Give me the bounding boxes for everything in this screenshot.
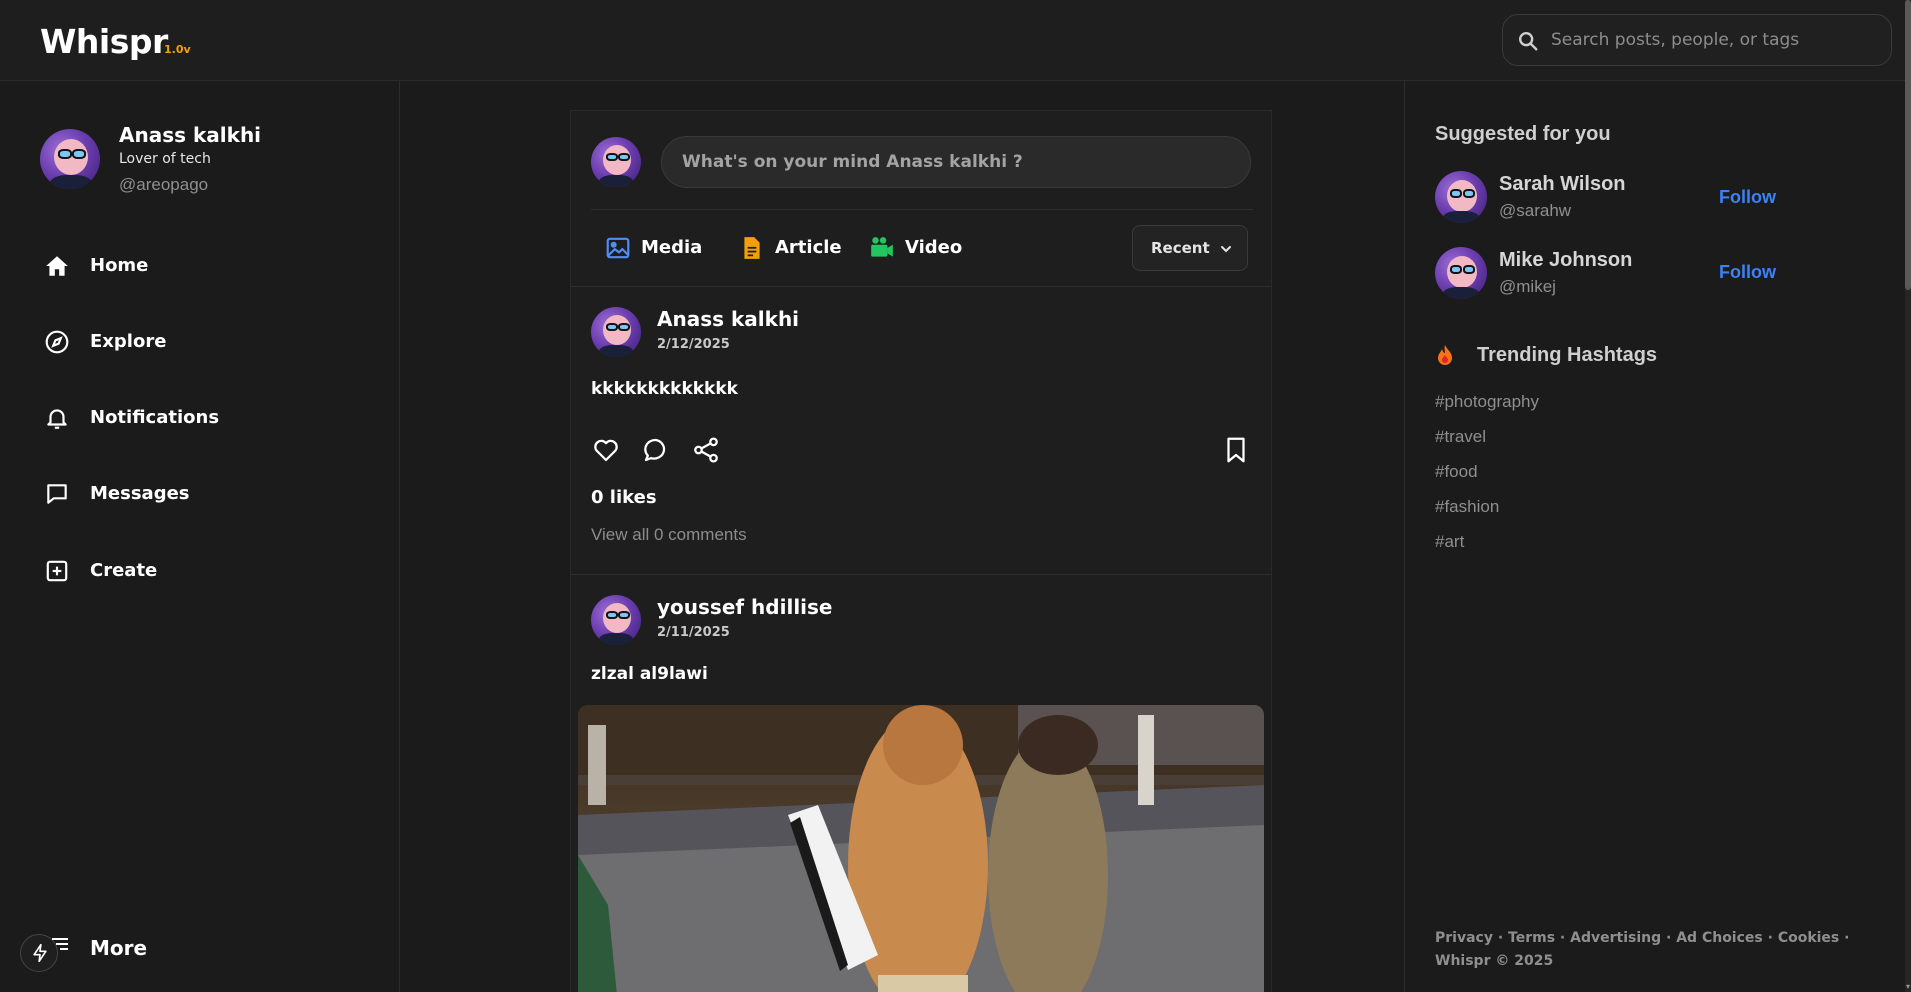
share-icon xyxy=(694,437,718,463)
nav-explore[interactable]: Explore xyxy=(44,321,344,361)
hashtag-link[interactable]: #travel xyxy=(1435,427,1486,447)
app-logo[interactable]: Whispr xyxy=(40,22,168,61)
profile-bio: Lover of tech xyxy=(119,151,211,167)
plus-square-icon xyxy=(46,560,68,582)
lightning-icon xyxy=(33,943,47,963)
footer-link-ad-choices[interactable]: Ad Choices xyxy=(1676,930,1763,946)
post-image[interactable] xyxy=(578,705,1264,992)
app-version: 1.0v xyxy=(164,43,191,56)
nav-messages-label: Messages xyxy=(90,483,190,504)
left-sidebar: Anass kalkhi Lover of tech @areopago Hom… xyxy=(0,81,400,992)
menu-lines-icon xyxy=(52,938,68,950)
post-card: Anass kalkhi 2/12/2025 kkkkkkkkkkkkk 0 l… xyxy=(571,287,1271,575)
search-icon xyxy=(1519,32,1538,51)
media-button[interactable]: Media xyxy=(605,233,705,263)
footer-link-privacy[interactable]: Privacy xyxy=(1435,930,1493,946)
footer-link-terms[interactable]: Terms xyxy=(1508,930,1555,946)
view-comments-link[interactable]: View all 0 comments xyxy=(591,525,747,545)
bookmark-button[interactable] xyxy=(1221,435,1251,465)
suggested-user-avatar[interactable] xyxy=(1435,247,1487,299)
profile-handle: @areopago xyxy=(119,175,209,194)
video-label: Video xyxy=(905,237,963,258)
hashtag-link[interactable]: #photography xyxy=(1435,392,1539,412)
article-button[interactable]: Article xyxy=(739,233,849,263)
home-icon xyxy=(46,256,68,276)
composer-divider xyxy=(591,209,1253,210)
right-sidebar: Suggested for you Sarah Wilson @sarahw F… xyxy=(1404,81,1905,992)
bookmark-icon xyxy=(1227,437,1245,463)
bell-icon xyxy=(47,409,67,429)
post-photo xyxy=(578,705,1264,992)
post-date: 2/11/2025 xyxy=(657,625,730,640)
heart-icon xyxy=(594,439,618,462)
search-input[interactable] xyxy=(1551,15,1881,65)
composer-avatar xyxy=(591,137,641,187)
follow-button[interactable]: Follow xyxy=(1719,187,1776,208)
post-card: youssef hdillise 2/11/2025 zlzal al9lawi xyxy=(571,575,1271,992)
comment-icon xyxy=(644,438,666,462)
like-button[interactable] xyxy=(591,435,621,465)
profile-avatar[interactable] xyxy=(40,129,100,189)
share-button[interactable] xyxy=(691,435,721,465)
hashtag-link[interactable]: #fashion xyxy=(1435,497,1499,517)
nav-notifications-label: Notifications xyxy=(90,407,220,428)
hashtag-link[interactable]: #food xyxy=(1435,462,1478,482)
image-icon xyxy=(606,237,630,259)
video-button[interactable]: Video xyxy=(869,233,969,263)
message-square-icon xyxy=(47,484,67,504)
hashtag-link[interactable]: #art xyxy=(1435,532,1464,552)
post-text: zlzal al9lawi xyxy=(591,664,708,684)
chevron-down-icon xyxy=(1221,246,1231,253)
suggested-user-name[interactable]: Mike Johnson xyxy=(1499,249,1632,272)
footer-link-advertising[interactable]: Advertising xyxy=(1570,930,1661,946)
media-label: Media xyxy=(641,237,703,258)
sort-dropdown[interactable]: Recent xyxy=(1132,225,1248,271)
post-author-name[interactable]: Anass kalkhi xyxy=(657,307,799,331)
composer-input[interactable] xyxy=(661,136,1251,188)
more-label: More xyxy=(90,936,148,960)
suggested-user-handle: @sarahw xyxy=(1499,201,1572,220)
post-likes-count: 0 likes xyxy=(591,487,657,508)
main-feed: Media Article Video Recent Anass kalkhi … xyxy=(570,110,1272,992)
suggested-user-handle: @mikej xyxy=(1499,277,1556,296)
post-date: 2/12/2025 xyxy=(657,337,730,352)
nav-create[interactable]: Create xyxy=(44,550,344,590)
nav-home-label: Home xyxy=(90,255,149,276)
suggested-user-name[interactable]: Sarah Wilson xyxy=(1499,173,1626,196)
footer: Privacy · Terms · Advertising · Ad Choic… xyxy=(1435,930,1850,969)
post-author-avatar[interactable] xyxy=(591,307,641,357)
scrollbar-thumb[interactable] xyxy=(1905,0,1911,290)
article-label: Article xyxy=(775,237,842,258)
compass-icon xyxy=(45,330,69,354)
post-author-name[interactable]: youssef hdillise xyxy=(657,595,833,619)
nav-home[interactable]: Home xyxy=(44,245,344,285)
nav-messages[interactable]: Messages xyxy=(44,473,344,513)
follow-button[interactable]: Follow xyxy=(1719,262,1776,283)
post-author-avatar[interactable] xyxy=(591,595,641,645)
nav-create-label: Create xyxy=(90,560,158,581)
sort-label: Recent xyxy=(1151,239,1210,257)
fire-icon xyxy=(1438,345,1452,365)
comment-button[interactable] xyxy=(641,435,671,465)
page-scrollbar[interactable]: ▾ xyxy=(1905,0,1911,992)
footer-copyright: Whispr © 2025 xyxy=(1435,953,1554,969)
search-bar[interactable] xyxy=(1502,14,1892,66)
more-menu-button[interactable]: More xyxy=(20,926,220,972)
nav-explore-label: Explore xyxy=(90,331,167,352)
top-header: Whispr 1.0v xyxy=(0,0,1905,81)
suggested-user-avatar[interactable] xyxy=(1435,171,1487,223)
document-icon xyxy=(744,237,760,259)
footer-link-cookies[interactable]: Cookies xyxy=(1778,930,1839,946)
nav-notifications[interactable]: Notifications xyxy=(44,397,344,437)
scroll-down-arrow[interactable]: ▾ xyxy=(1905,982,1911,992)
profile-name[interactable]: Anass kalkhi xyxy=(119,123,261,147)
suggested-title: Suggested for you xyxy=(1435,123,1611,145)
video-camera-icon xyxy=(871,237,893,257)
trending-title: Trending Hashtags xyxy=(1477,344,1658,366)
post-text: kkkkkkkkkkkkk xyxy=(591,379,738,399)
